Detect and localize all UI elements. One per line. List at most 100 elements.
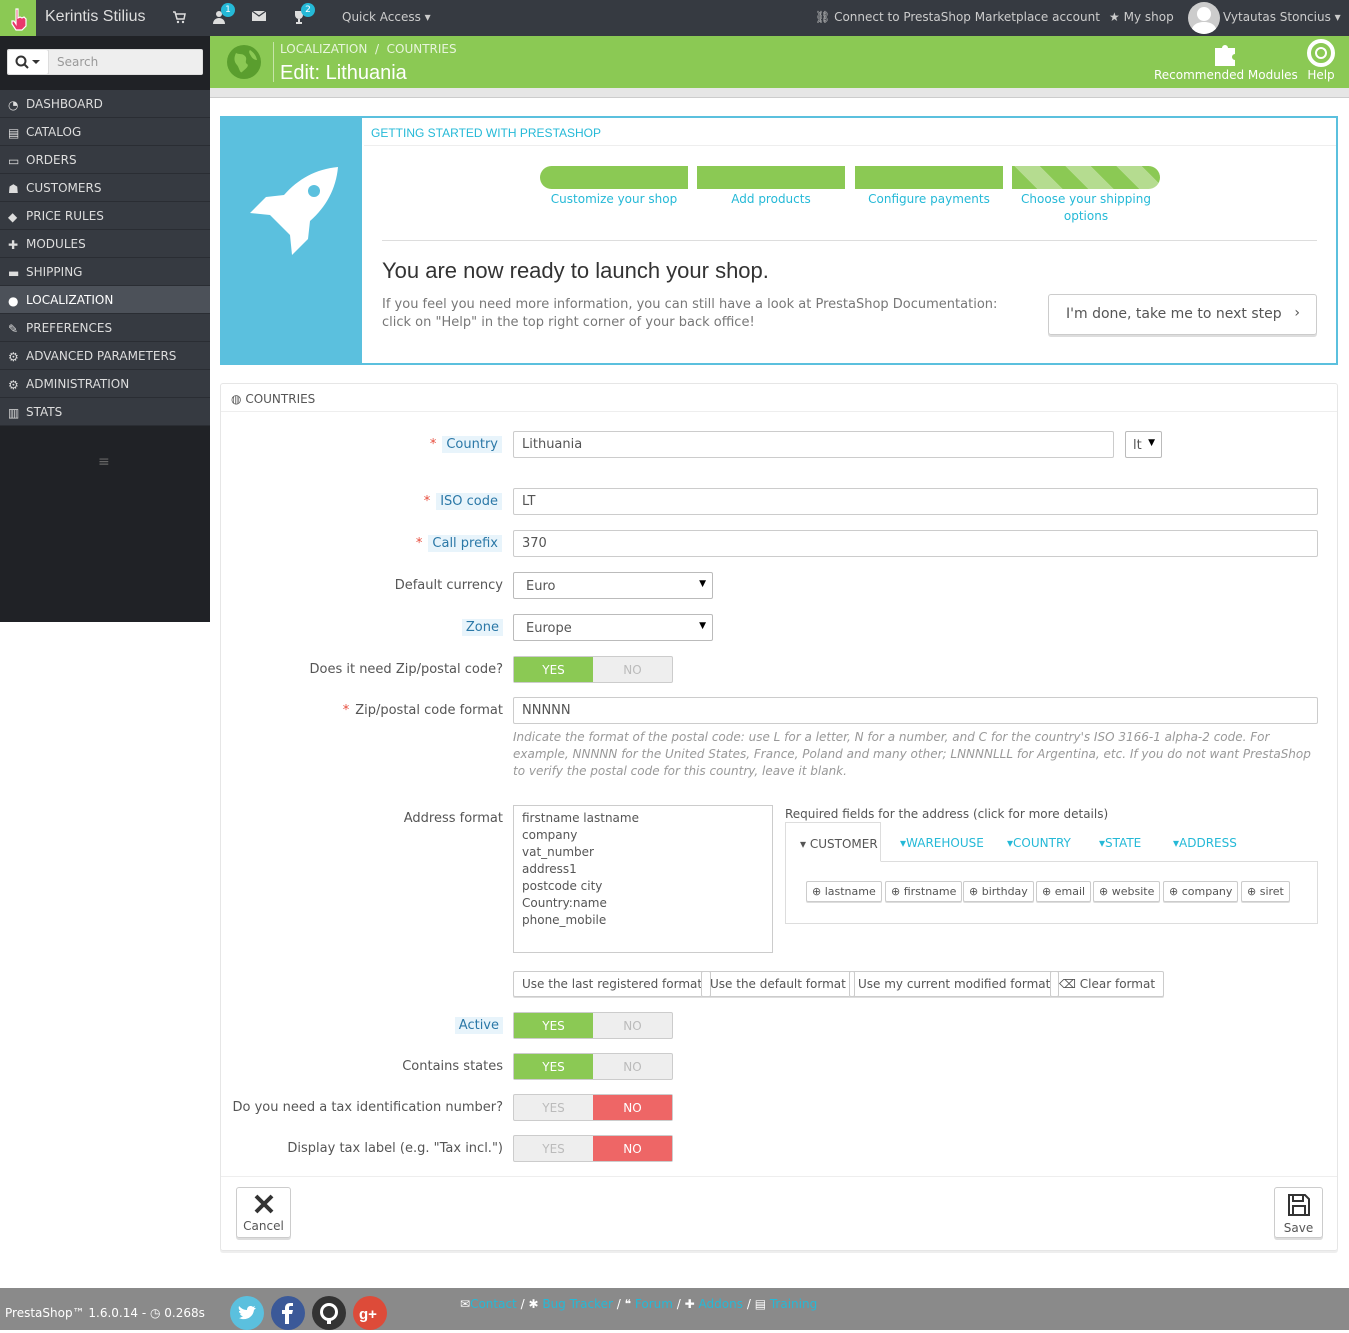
use-last-format-button[interactable]: Use the last registered format — [513, 971, 712, 997]
iso-code-input[interactable]: LT — [513, 488, 1318, 515]
tax-label-switch[interactable]: YES NO — [513, 1135, 673, 1162]
need-zip-label: Does it need Zip/postal code? — [309, 662, 503, 677]
tab-address[interactable]: ▾ADDRESS — [1173, 822, 1237, 862]
tab-state[interactable]: ▾STATE — [1099, 822, 1141, 862]
field-button-firstname[interactable]: ⊕ firstname — [885, 881, 963, 902]
language-dropdown[interactable]: lt ▼ — [1125, 431, 1162, 458]
group-icon: ☗ — [8, 182, 19, 196]
yes-option[interactable]: YES — [514, 1095, 593, 1120]
collapse-menu-icon[interactable]: ≡ — [98, 454, 110, 470]
help-button[interactable]: Help — [1306, 38, 1336, 82]
quick-access-menu[interactable]: Quick Access ▾ — [342, 10, 431, 24]
search-type-button[interactable] — [8, 50, 48, 74]
connect-marketplace-link[interactable]: ⛓ Connect to PrestaShop Marketplace acco… — [815, 10, 1100, 24]
contact-link[interactable]: Contact — [470, 1297, 517, 1311]
shop-name[interactable]: Kerintis Stilius — [45, 8, 145, 26]
sidebar-item-administration[interactable]: ⚙ ADMINISTRATION — [0, 370, 210, 398]
field-button-birthday[interactable]: ⊕ birthday — [963, 881, 1034, 902]
tab-customer[interactable]: ▾ CUSTOMER — [785, 822, 881, 862]
breadcrumb-localization[interactable]: LOCALIZATION — [280, 42, 367, 56]
sidebar-item-modules[interactable]: ✚ MODULES — [0, 230, 210, 258]
addons-link[interactable]: Addons — [699, 1297, 743, 1311]
sidebar-item-shipping[interactable]: ▬ SHIPPING — [0, 258, 210, 286]
yes-option[interactable]: YES — [514, 1054, 593, 1079]
address-format-label: Address format — [403, 811, 503, 826]
need-zip-switch[interactable]: YES NO — [513, 656, 673, 683]
field-button-siret[interactable]: ⊕ siret — [1241, 881, 1290, 902]
puzzle-icon: ✚ — [684, 1297, 695, 1311]
tax-id-switch[interactable]: YES NO — [513, 1094, 673, 1121]
sidebar-item-dashboard[interactable]: ◔ DASHBOARD — [0, 90, 210, 118]
field-button-website[interactable]: ⊕ website — [1093, 881, 1161, 902]
currency-select[interactable]: Euro ▼ — [513, 572, 713, 599]
cancel-button[interactable]: Cancel — [236, 1187, 291, 1238]
save-button[interactable]: Save — [1274, 1187, 1323, 1238]
use-default-format-button[interactable]: Use the default format — [701, 971, 855, 997]
no-option[interactable]: NO — [593, 1054, 672, 1079]
no-option[interactable]: NO — [593, 657, 672, 682]
sidebar-item-orders[interactable]: ▭ ORDERS — [0, 146, 210, 174]
no-option[interactable]: NO — [593, 1013, 672, 1038]
tab-country[interactable]: ▾COUNTRY — [1007, 822, 1071, 862]
envelope-icon: ✉ — [460, 1297, 471, 1311]
link-icon: ⛓ — [815, 10, 831, 24]
field-button-lastname[interactable]: ⊕ lastname — [806, 881, 882, 902]
prestashop-logo[interactable] — [0, 0, 36, 36]
next-step-button[interactable]: I'm done, take me to next step › — [1048, 294, 1317, 335]
sidebar-item-preferences[interactable]: ✎ PREFERENCES — [0, 314, 210, 342]
book-icon: ▤ — [754, 1297, 767, 1311]
contains-states-switch[interactable]: YES NO — [513, 1053, 673, 1080]
user-menu[interactable]: Vytautas Stoncius ▾ — [1223, 10, 1341, 24]
recommended-modules-button[interactable]: Recommended Modules — [1154, 38, 1298, 82]
twitter-icon[interactable] — [230, 1296, 264, 1330]
customers-icon[interactable]: 1 — [212, 3, 235, 26]
step-customize[interactable]: Customize your shop — [540, 166, 688, 206]
search-input[interactable]: Search — [49, 50, 202, 74]
call-prefix-input[interactable]: 370 — [513, 530, 1318, 557]
country-name-input[interactable]: Lithuania — [513, 431, 1114, 458]
active-switch[interactable]: YES NO — [513, 1012, 673, 1039]
step-shipping[interactable]: Choose your shipping options — [1012, 166, 1160, 223]
ready-text: If you feel you need more information, y… — [382, 297, 998, 330]
facebook-icon[interactable] — [271, 1296, 305, 1330]
zone-select[interactable]: Europe ▼ — [513, 614, 713, 641]
sidebar-item-label: ORDERS — [26, 153, 77, 167]
my-shop-link[interactable]: ★ My shop — [1109, 10, 1174, 24]
field-button-company[interactable]: ⊕ company — [1163, 881, 1239, 902]
sidebar-item-label: ADMINISTRATION — [26, 377, 130, 391]
sidebar-item-catalog[interactable]: ▤ CATALOG — [0, 118, 210, 146]
clear-format-button[interactable]: ⌫ Clear format — [1050, 971, 1165, 997]
google-plus-icon[interactable]: g+ — [353, 1296, 387, 1330]
use-current-format-button[interactable]: Use my current modified format — [849, 971, 1060, 997]
divider — [364, 145, 1336, 146]
github-icon[interactable] — [312, 1296, 346, 1330]
field-button-email[interactable]: ⊕ email — [1036, 881, 1092, 902]
svg-text:g+: g+ — [359, 1306, 377, 1323]
cart-icon[interactable] — [172, 10, 188, 26]
forum-link[interactable]: Forum — [635, 1297, 673, 1311]
step-add-products[interactable]: Add products — [697, 166, 845, 206]
breadcrumb-countries[interactable]: COUNTRIES — [387, 42, 457, 56]
yes-option[interactable]: YES — [514, 657, 593, 682]
address-format-textarea[interactable]: firstname lastname company vat_number ad… — [513, 805, 773, 953]
bug-tracker-link[interactable]: Bug Tracker — [542, 1297, 613, 1311]
user-name: Vytautas Stoncius — [1223, 10, 1331, 24]
address-line: phone_mobile — [522, 913, 607, 927]
sidebar-item-advanced-parameters[interactable]: ⚙ ADVANCED PARAMETERS — [0, 342, 210, 370]
ready-heading: You are now ready to launch your shop. — [382, 258, 769, 283]
no-option[interactable]: NO — [593, 1095, 672, 1120]
step-configure-payments[interactable]: Configure payments — [855, 166, 1003, 206]
trophy-icon[interactable]: 2 — [292, 3, 315, 26]
sidebar-item-localization[interactable]: ● LOCALIZATION — [0, 286, 210, 314]
yes-option[interactable]: YES — [514, 1013, 593, 1038]
avatar[interactable] — [1188, 2, 1220, 34]
training-link[interactable]: Training — [770, 1297, 817, 1311]
yes-option[interactable]: YES — [514, 1136, 593, 1161]
sidebar-item-price-rules[interactable]: ◆ PRICE RULES — [0, 202, 210, 230]
sidebar-item-customers[interactable]: ☗ CUSTOMERS — [0, 174, 210, 202]
tab-warehouse[interactable]: ▾WAREHOUSE — [900, 822, 984, 862]
envelope-icon[interactable] — [252, 10, 268, 26]
no-option[interactable]: NO — [593, 1136, 672, 1161]
sidebar-item-stats[interactable]: ▥ STATS — [0, 398, 210, 426]
zip-format-input[interactable]: NNNNN — [513, 697, 1318, 724]
